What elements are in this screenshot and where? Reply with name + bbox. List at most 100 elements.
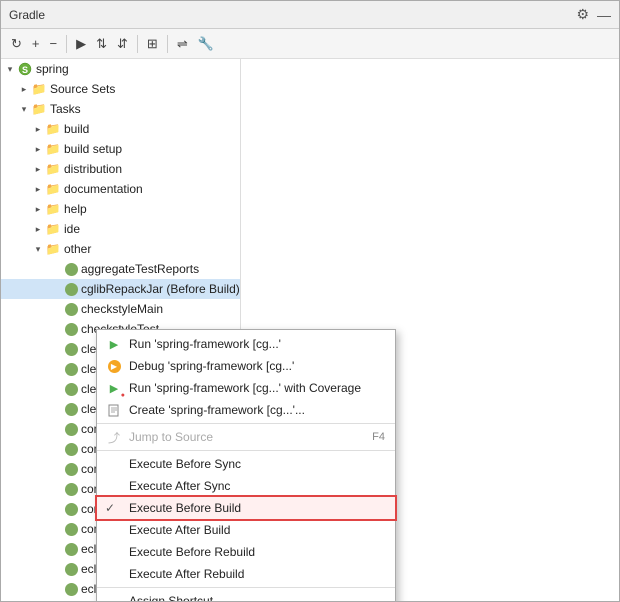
minus-button[interactable]: − <box>46 33 62 54</box>
context-menu-separator-1 <box>97 423 395 424</box>
gradle-window: Gradle ⚙ — ↻ + − ▶ ⇅ ⇵ ⊞ ⇌ 🔧 S spring <box>0 0 620 602</box>
settings-icon[interactable]: ⚙ <box>576 6 589 23</box>
task-icon-eclipseBuildship <box>65 543 78 556</box>
refresh-button[interactable]: ↻ <box>7 33 26 55</box>
task-icon-cleanEclipseClasspath <box>65 343 78 356</box>
svg-text:S: S <box>22 65 28 75</box>
other-folder-icon: 📁 <box>45 241 61 257</box>
menu-item-debug[interactable]: ▶ Debug 'spring-framework [cg...' <box>97 355 395 377</box>
source-sets-folder-icon: 📁 <box>31 81 47 97</box>
task-icon-aggregateTestReports <box>65 263 78 276</box>
toolbar-separator-3 <box>167 35 168 53</box>
documentation-label: documentation <box>64 182 143 196</box>
minimize-icon[interactable]: — <box>597 7 611 23</box>
menu-exec-before-sync-label: Execute Before Sync <box>129 457 241 471</box>
aggregateTestReports-label: aggregateTestReports <box>81 262 199 276</box>
empty-icon-1 <box>105 455 123 473</box>
checkstyleMain-label: checkstyleMain <box>81 302 163 316</box>
tree-item-spring[interactable]: S spring <box>1 59 240 79</box>
help-folder-icon: 📁 <box>45 201 61 217</box>
arrow-source-sets <box>17 82 31 96</box>
wrench-button[interactable]: 🔧 <box>194 33 218 55</box>
check-icon: ✓ <box>105 501 123 515</box>
tree-item-cglibRepackJar[interactable]: cglibRepackJar (Before Build) <box>1 279 240 299</box>
menu-item-execute-after-rebuild[interactable]: Execute After Rebuild <box>97 563 395 585</box>
jump-icon: ⤴ <box>105 428 123 446</box>
arrow-documentation <box>31 182 45 196</box>
task-icon-eclipseClasspath <box>65 563 78 576</box>
menu-item-run-coverage[interactable]: ▶ ● Run 'spring-framework [cg...' with C… <box>97 377 395 399</box>
toolbar: ↻ + − ▶ ⇅ ⇵ ⊞ ⇌ 🔧 <box>1 29 619 59</box>
arrow-help <box>31 202 45 216</box>
menu-item-execute-after-build[interactable]: Execute After Build <box>97 519 395 541</box>
menu-item-execute-after-sync[interactable]: Execute After Sync <box>97 475 395 497</box>
spring-label: spring <box>36 62 69 76</box>
menu-item-jump-to-source[interactable]: ⤴ Jump to Source F4 <box>97 426 395 448</box>
tree-item-source-sets[interactable]: 📁 Source Sets <box>1 79 240 99</box>
tree-item-help[interactable]: 📁 help <box>1 199 240 219</box>
menu-item-run[interactable]: ▶ Run 'spring-framework [cg...' <box>97 333 395 355</box>
other-label: other <box>64 242 91 256</box>
jump-shortcut: F4 <box>372 431 385 443</box>
menu-create-label: Create 'spring-framework [cg...'... <box>129 403 305 417</box>
expand-all-button[interactable]: ⇅ <box>92 33 111 55</box>
distribution-folder-icon: 📁 <box>45 161 61 177</box>
build-setup-label: build setup <box>64 142 122 156</box>
empty-icon-2 <box>105 477 123 495</box>
collapse-all-button[interactable]: ⇵ <box>113 33 132 55</box>
menu-exec-after-sync-label: Execute After Sync <box>129 479 230 493</box>
create-icon <box>105 401 123 419</box>
tree-item-ide[interactable]: 📁 ide <box>1 219 240 239</box>
menu-exec-after-rebuild-label: Execute After Rebuild <box>129 567 244 581</box>
execute-button[interactable]: ▶ <box>72 33 90 55</box>
context-menu-separator-3 <box>97 587 395 588</box>
menu-item-create[interactable]: Create 'spring-framework [cg...'... <box>97 399 395 421</box>
tree-item-checkstyleMain[interactable]: checkstyleMain <box>1 299 240 319</box>
task-icon-compileTestGroovy <box>65 483 78 496</box>
empty-icon-6 <box>105 592 123 601</box>
menu-item-execute-before-sync[interactable]: Execute Before Sync <box>97 453 395 475</box>
menu-jump-label: Jump to Source <box>129 430 213 444</box>
task-icon-compileJava <box>65 443 78 456</box>
task-icon-eclipseJdt <box>65 583 78 596</box>
menu-item-execute-before-rebuild[interactable]: Execute Before Rebuild <box>97 541 395 563</box>
source-sets-label: Source Sets <box>50 82 115 96</box>
task-icon-cglibRepackJar <box>65 283 78 296</box>
tree-item-other[interactable]: 📁 other <box>1 239 240 259</box>
tree-item-aggregateTestReports[interactable]: aggregateTestReports <box>1 259 240 279</box>
menu-debug-label: Debug 'spring-framework [cg...' <box>129 359 294 373</box>
arrow-build <box>31 122 45 136</box>
task-icon-compileGroovy <box>65 423 78 436</box>
link-button[interactable]: ⇌ <box>173 33 192 55</box>
menu-item-assign-shortcut[interactable]: Assign Shortcut... <box>97 590 395 601</box>
tree-item-build-setup[interactable]: 📁 build setup <box>1 139 240 159</box>
task-icon-checkstyleMain <box>65 303 78 316</box>
menu-exec-before-rebuild-label: Execute Before Rebuild <box>129 545 255 559</box>
build-folder-icon: 📁 <box>45 121 61 137</box>
task-icon-checkstyleTest <box>65 323 78 336</box>
toggle-button[interactable]: ⊞ <box>143 33 162 55</box>
menu-exec-after-build-label: Execute After Build <box>129 523 230 537</box>
menu-item-execute-before-build[interactable]: ✓ Execute Before Build <box>97 497 395 519</box>
task-icon-cleanEclipseJdtUi <box>65 383 78 396</box>
context-menu-separator-2 <box>97 450 395 451</box>
task-icon-cleanEclipseJdt <box>65 363 78 376</box>
tree-item-tasks[interactable]: 📁 Tasks <box>1 99 240 119</box>
arrow-distribution <box>31 162 45 176</box>
title-bar: Gradle ⚙ — <box>1 1 619 29</box>
empty-icon-3 <box>105 521 123 539</box>
context-menu: ▶ Run 'spring-framework [cg...' ▶ Debug … <box>96 329 396 601</box>
tasks-label: Tasks <box>50 102 81 116</box>
arrow-tasks <box>17 102 31 116</box>
tree-item-documentation[interactable]: 📁 documentation <box>1 179 240 199</box>
task-icon-compileTestJava <box>65 503 78 516</box>
run-icon: ▶ <box>105 335 123 353</box>
tasks-folder-icon: 📁 <box>31 101 47 117</box>
menu-coverage-label: Run 'spring-framework [cg...' with Cover… <box>129 381 361 395</box>
tree-item-build[interactable]: 📁 build <box>1 119 240 139</box>
add-button[interactable]: + <box>28 33 44 54</box>
build-label: build <box>64 122 89 136</box>
tree-item-distribution[interactable]: 📁 distribution <box>1 159 240 179</box>
ide-folder-icon: 📁 <box>45 221 61 237</box>
title-controls: ⚙ — <box>576 6 611 23</box>
